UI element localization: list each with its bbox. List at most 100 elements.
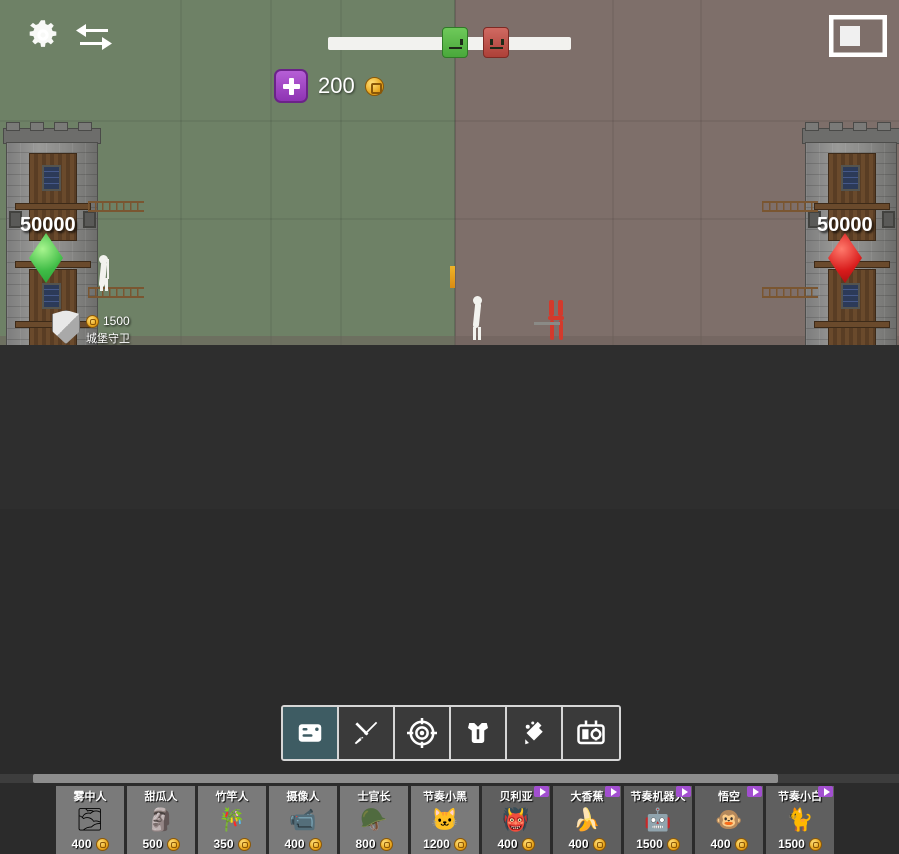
coin-icon: [308, 837, 322, 851]
unit-card[interactable]: 节奏机器人 🤖 1500: [624, 786, 692, 854]
enemy-castle-hp: 50000: [817, 214, 873, 236]
enemy-wave-token: [483, 27, 509, 58]
unit-card-art: 🤖: [644, 807, 672, 832]
category-toolbar[interactable]: [281, 705, 621, 761]
shield-icon: [52, 310, 80, 344]
unit-card-cost: 800: [355, 837, 376, 851]
castle-guard-entry[interactable]: 1500 城堡守卫: [52, 310, 130, 345]
unit-card-cost: 1200: [423, 837, 450, 851]
unit-card-art: 🪖: [360, 807, 388, 832]
unit-card[interactable]: 甜瓜人 🗿 500: [127, 786, 195, 854]
unit-card-price: 1500: [778, 837, 822, 851]
game-screen: 50000 1500 城堡守卫 50000 200 雾中人 🌫 400 甜瓜人 …: [0, 0, 899, 854]
unit-card-cost: 400: [568, 837, 589, 851]
tab-melee[interactable]: [339, 707, 395, 759]
unit-card-list[interactable]: 雾中人 🌫 400 甜瓜人 🗿 500 竹竿人 🎋 350 摄像人 📹 400 士官长 🪖 800 节奏小黑 🐱…: [0, 786, 899, 854]
tab-cards[interactable]: [283, 707, 339, 759]
tab-weapon[interactable]: [507, 707, 563, 759]
unit-card[interactable]: 竹竿人 🎋 350: [198, 786, 266, 854]
enemy-unit: [534, 300, 568, 340]
wave-progress-bar: [328, 27, 571, 58]
unit-card[interactable]: 节奏小白 🐈 1500: [766, 786, 834, 854]
unit-card-art: 🎋: [218, 807, 246, 832]
tab-machine[interactable]: [563, 707, 619, 759]
unit-card-name: 甜瓜人: [144, 791, 178, 803]
tab-target[interactable]: [395, 707, 451, 759]
unit-card-price: 400: [568, 837, 606, 851]
coin-icon: [521, 837, 535, 851]
unit-card-name: 悟空: [718, 791, 740, 803]
unit-card-name: 雾中人: [73, 791, 107, 803]
video-unlock-badge[interactable]: [747, 786, 762, 797]
unit-card[interactable]: 节奏小黑 🐱 1200: [411, 786, 479, 854]
swap-arrows-icon[interactable]: [74, 20, 114, 52]
unit-card-art: 👹: [502, 807, 530, 832]
unit-card[interactable]: 摄像人 📹 400: [269, 786, 337, 854]
unit-card-cost: 400: [497, 837, 518, 851]
unit-card-price: 800: [355, 837, 393, 851]
unit-card-price: 400: [71, 837, 109, 851]
guard-label: 城堡守卫: [86, 333, 130, 345]
coin-icon: [237, 837, 251, 851]
tab-armor[interactable]: [451, 707, 507, 759]
unit-card-cost: 1500: [636, 837, 663, 851]
unit-card-price: 400: [284, 837, 322, 851]
unit-card[interactable]: 大香蕉 🍌 400: [553, 786, 621, 854]
unit-card-cost: 500: [142, 837, 163, 851]
unit-card-price: 500: [142, 837, 180, 851]
gear-icon[interactable]: [26, 18, 60, 52]
unit-card[interactable]: 悟空 🐵 400: [695, 786, 763, 854]
unit-card-art: 🐵: [715, 807, 743, 832]
battlefield[interactable]: 50000 1500 城堡守卫 50000 200: [0, 0, 899, 345]
unit-card-art: 📹: [289, 807, 317, 832]
unit-card-cost: 400: [710, 837, 731, 851]
currency-display: 200: [274, 69, 384, 103]
ally-unit: [470, 296, 484, 340]
coin-icon: [95, 837, 109, 851]
unit-card[interactable]: 士官长 🪖 800: [340, 786, 408, 854]
unit-card-art: 🐈: [786, 807, 814, 832]
unit-card-price: 400: [710, 837, 748, 851]
layout-panel-icon[interactable]: [828, 14, 888, 58]
unit-card-cost: 400: [71, 837, 92, 851]
unit-card-cost: 400: [284, 837, 305, 851]
unit-card-art: 🌫: [76, 807, 104, 832]
video-unlock-badge[interactable]: [818, 786, 833, 797]
enemy-castle-gem: [828, 233, 862, 283]
coin-icon: [379, 837, 393, 851]
unit-card-art: 🗿: [147, 807, 175, 832]
coin-icon: [808, 837, 822, 851]
coin-icon: [666, 837, 680, 851]
video-unlock-badge[interactable]: [676, 786, 691, 797]
unit-card[interactable]: 雾中人 🌫 400: [56, 786, 124, 854]
add-money-button[interactable]: [274, 69, 308, 103]
unit-card-art: 🐱: [431, 807, 459, 832]
coin-icon: [166, 837, 180, 851]
unit-card-price: 400: [497, 837, 535, 851]
unit-card-name: 节奏小黑: [423, 791, 467, 803]
territory-flag-marker: [450, 266, 455, 288]
ground-line: [0, 336, 899, 345]
unit-card-name: 士官长: [357, 791, 391, 803]
enemy-castle[interactable]: 50000: [802, 122, 899, 345]
coin-icon: [734, 837, 748, 851]
unit-card-price: 350: [213, 837, 251, 851]
unit-card-name: 节奏小白: [778, 791, 822, 803]
ally-castle-gem: [29, 233, 63, 283]
unit-card-price: 1200: [423, 837, 467, 851]
bottom-panel: 雾中人 🌫 400 甜瓜人 🗿 500 竹竿人 🎋 350 摄像人 📹 400 士官长 🪖 800 节奏小黑 🐱…: [0, 345, 899, 854]
ally-wave-token: [442, 27, 468, 58]
coin-icon: [453, 837, 467, 851]
unit-card[interactable]: 贝利亚 👹 400: [482, 786, 550, 854]
unit-card-name: 贝利亚: [499, 791, 533, 803]
video-unlock-badge[interactable]: [605, 786, 620, 797]
unit-card-name: 大香蕉: [570, 791, 604, 803]
money-amount: 200: [318, 73, 355, 98]
card-scroll-thumb[interactable]: [33, 774, 778, 783]
coin-icon: [364, 76, 384, 96]
ally-castle-hp: 50000: [20, 214, 76, 236]
video-unlock-badge[interactable]: [534, 786, 549, 797]
coin-icon: [86, 314, 99, 328]
ally-archer: [96, 255, 110, 291]
unit-card-name: 摄像人: [286, 791, 320, 803]
